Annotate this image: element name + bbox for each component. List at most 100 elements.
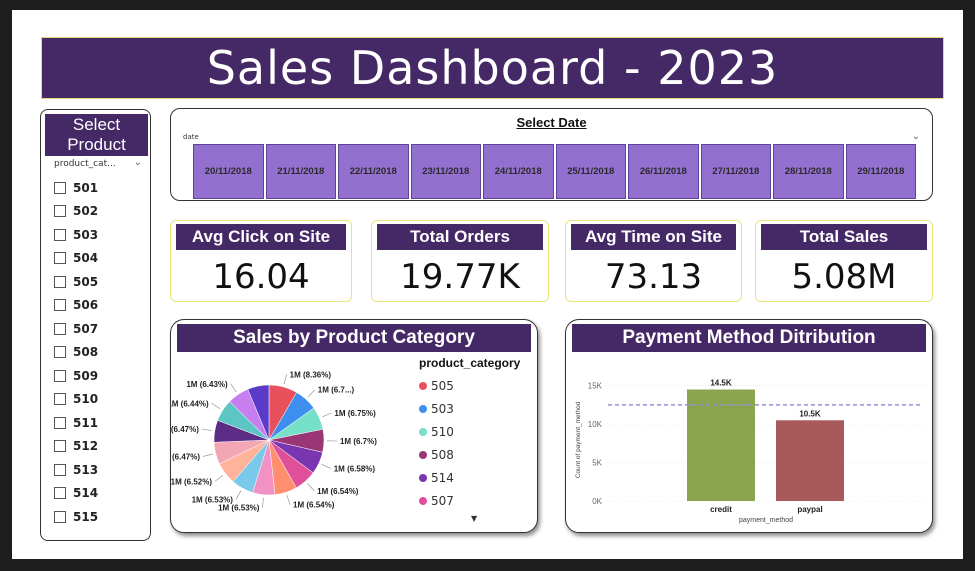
pie-leader-line bbox=[230, 383, 237, 393]
date-tile[interactable]: 22/11/2018 bbox=[338, 144, 409, 199]
legend-label: 507 bbox=[431, 493, 454, 508]
product-option[interactable]: 504 bbox=[54, 247, 98, 271]
date-tile[interactable]: 29/11/2018 bbox=[845, 144, 916, 199]
bar[interactable] bbox=[776, 420, 844, 501]
kpi-value: 5.08M bbox=[791, 257, 897, 297]
legend-scroll-down-icon[interactable]: ▼ bbox=[471, 514, 477, 523]
legend-label: 508 bbox=[431, 447, 454, 462]
product-option-label: 507 bbox=[73, 321, 99, 336]
product-option[interactable]: 512 bbox=[54, 435, 98, 459]
date-tile[interactable]: 23/11/2018 bbox=[410, 144, 481, 199]
pie-leader-line bbox=[214, 475, 224, 482]
product-option-label: 503 bbox=[73, 227, 99, 242]
pie-data-label: 1M (6.54%) bbox=[317, 487, 359, 496]
bar[interactable] bbox=[687, 389, 755, 501]
date-slicer-label: Select Date bbox=[516, 115, 587, 130]
chevron-down-icon[interactable]: ⌄ bbox=[134, 157, 142, 168]
pie-leader-line bbox=[262, 497, 264, 508]
kpi-card-total-orders: Total Orders 19.77K bbox=[371, 220, 549, 302]
pie-data-label: 1M (6.7...) bbox=[318, 386, 355, 395]
legend-label: 503 bbox=[431, 401, 454, 416]
product-option-label: 506 bbox=[73, 298, 99, 313]
legend-item[interactable]: 508 bbox=[419, 443, 520, 466]
pie-data-label: 1M (6.7%) bbox=[340, 437, 377, 446]
pie-leader-line bbox=[211, 403, 221, 410]
date-slicer-field: date bbox=[183, 133, 199, 141]
date-tile[interactable]: 27/11/2018 bbox=[700, 144, 771, 199]
pie-leader-line bbox=[235, 490, 242, 500]
legend-item[interactable]: 510 bbox=[419, 420, 520, 443]
date-tile[interactable]: 28/11/2018 bbox=[773, 144, 844, 199]
pie-data-label: 1M (6.44%) bbox=[171, 399, 209, 408]
checkbox[interactable] bbox=[54, 440, 66, 453]
kpi-value: 73.13 bbox=[604, 257, 703, 297]
legend-dot bbox=[419, 404, 427, 413]
pie-chart-title: Sales by Product Category bbox=[177, 324, 531, 352]
product-option[interactable]: 502 bbox=[54, 200, 98, 224]
date-tiles: 20/11/2018 21/11/2018 22/11/2018 23/11/2018… bbox=[193, 144, 916, 199]
checkbox[interactable] bbox=[54, 510, 66, 523]
checkbox[interactable] bbox=[54, 393, 66, 406]
legend-dot bbox=[419, 450, 427, 459]
legend-item[interactable]: 507 bbox=[419, 489, 520, 512]
product-option[interactable]: 511 bbox=[54, 411, 98, 435]
date-tile[interactable]: 26/11/2018 bbox=[628, 144, 699, 199]
product-option-label: 514 bbox=[73, 486, 99, 501]
product-slicer-field[interactable]: product_cat... ⌄ bbox=[54, 157, 142, 169]
product-option[interactable]: 505 bbox=[54, 270, 98, 294]
pie-leader-line bbox=[283, 374, 287, 385]
y-tick-label: 0K bbox=[592, 497, 602, 506]
product-option-label: 509 bbox=[73, 368, 99, 383]
checkbox[interactable] bbox=[54, 299, 66, 312]
product-option[interactable]: 509 bbox=[54, 364, 98, 388]
product-option[interactable]: 508 bbox=[54, 341, 98, 365]
pie-leader-line bbox=[321, 464, 331, 469]
bar-chart-title: Payment Method Ditribution bbox=[572, 324, 926, 352]
product-option[interactable]: 513 bbox=[54, 458, 98, 482]
product-option[interactable]: 515 bbox=[54, 505, 98, 529]
checkbox[interactable] bbox=[54, 416, 66, 429]
checkbox[interactable] bbox=[54, 322, 66, 335]
product-slicer: Select Product product_cat... ⌄ 501 502 50… bbox=[40, 109, 151, 541]
checkbox[interactable] bbox=[54, 463, 66, 476]
product-option-label: 510 bbox=[73, 392, 99, 407]
date-tile[interactable]: 20/11/2018 bbox=[193, 144, 264, 199]
checkbox[interactable] bbox=[54, 252, 66, 265]
product-option[interactable]: 503 bbox=[54, 223, 98, 247]
dashboard-title: Sales Dashboard - 2023 bbox=[206, 41, 779, 95]
date-tile[interactable]: 24/11/2018 bbox=[483, 144, 554, 199]
pie-data-label: 1M (6.53%) bbox=[218, 504, 260, 513]
legend-label: 510 bbox=[431, 424, 454, 439]
pie-data-label: 1M (6.54%) bbox=[293, 501, 335, 510]
legend-label: 505 bbox=[431, 378, 454, 393]
kpi-label: Avg Click on Site bbox=[176, 224, 346, 250]
legend-item[interactable]: 514 bbox=[419, 466, 520, 489]
chevron-down-icon[interactable]: ⌄ bbox=[912, 131, 920, 142]
date-tile[interactable]: 25/11/2018 bbox=[555, 144, 626, 199]
product-option[interactable]: 506 bbox=[54, 294, 98, 318]
legend-item[interactable]: 503 bbox=[419, 397, 520, 420]
checkbox[interactable] bbox=[54, 487, 66, 500]
checkbox[interactable] bbox=[54, 228, 66, 241]
pie-leader-line bbox=[202, 453, 213, 457]
product-option-label: 513 bbox=[73, 462, 99, 477]
product-option[interactable]: 507 bbox=[54, 317, 98, 341]
pie-leader-line bbox=[307, 483, 315, 492]
checkbox[interactable] bbox=[54, 181, 66, 194]
product-option[interactable]: 510 bbox=[54, 388, 98, 412]
product-option[interactable]: 501 bbox=[54, 176, 98, 200]
checkbox[interactable] bbox=[54, 275, 66, 288]
date-slicer: Select Date date ⌄ 20/11/2018 21/11/2018 2… bbox=[170, 108, 933, 201]
kpi-value: 16.04 bbox=[212, 257, 310, 297]
checkbox[interactable] bbox=[54, 369, 66, 382]
x-tick-label: paypal bbox=[797, 505, 822, 514]
legend-title: product_category bbox=[419, 356, 521, 370]
legend-item[interactable]: 505 bbox=[419, 374, 520, 397]
date-tile[interactable]: 21/11/2018 bbox=[265, 144, 336, 199]
checkbox[interactable] bbox=[54, 205, 66, 218]
checkbox[interactable] bbox=[54, 346, 66, 359]
product-option[interactable]: 514 bbox=[54, 482, 98, 506]
y-tick-label: 15K bbox=[588, 382, 603, 391]
x-axis-label: payment_method bbox=[739, 517, 793, 524]
payment-method-chart: 0K 5K 10K 15K Count of payment_method 14.5K cr… bbox=[565, 319, 933, 533]
